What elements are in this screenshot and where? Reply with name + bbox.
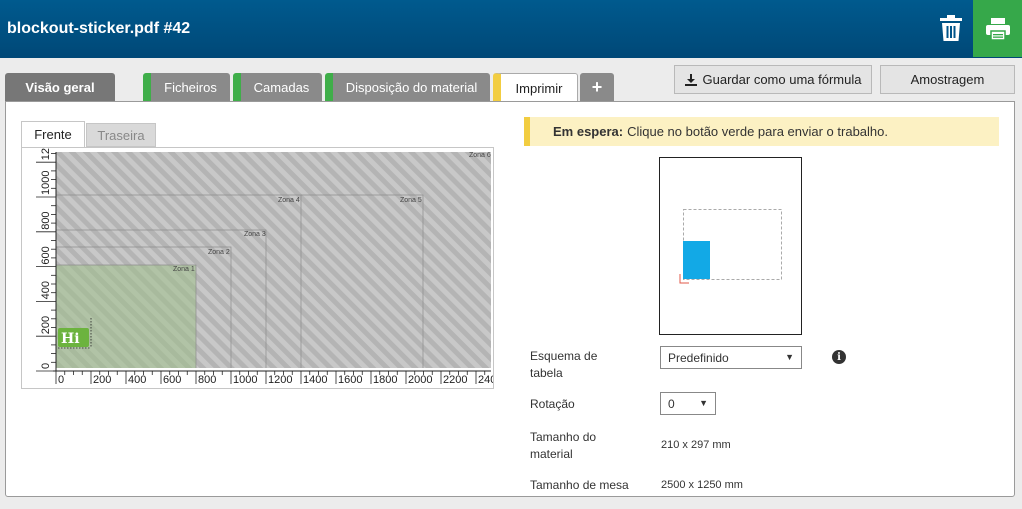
zone-1-area bbox=[56, 265, 196, 368]
x-axis-tick-label: 1800 bbox=[373, 374, 397, 386]
zone-label: Zona 3 bbox=[244, 231, 266, 238]
x-axis-tick-label: 2000 bbox=[408, 374, 432, 386]
x-axis-tick-label: 200 bbox=[93, 374, 111, 386]
status-message: Clique no botão verde para enviar o trab… bbox=[627, 124, 888, 139]
printer-icon bbox=[985, 17, 1010, 40]
chevron-down-icon: ▼ bbox=[699, 398, 708, 408]
sampling-button[interactable]: Amostragem bbox=[880, 65, 1015, 94]
tab-back[interactable]: Traseira bbox=[86, 123, 156, 147]
add-tab-button[interactable]: + bbox=[580, 73, 614, 101]
media-preview bbox=[659, 157, 802, 335]
print-area bbox=[683, 241, 710, 279]
table-layout-canvas[interactable]: Zona 1 Zona 2 Zona 3 Zona 4 Zona 5 Zona … bbox=[21, 136, 496, 389]
y-axis-tick-label: 200 bbox=[40, 316, 52, 334]
table-size-label: Tamanho de mesa bbox=[530, 478, 629, 492]
table-scheme-select[interactable]: Predefinido ▼ bbox=[660, 346, 802, 369]
zone-label: Zona 5 bbox=[400, 197, 422, 204]
y-axis-tick-label: 1000 bbox=[40, 171, 52, 195]
x-axis-tick-label: 240 bbox=[478, 374, 493, 386]
tab-overview[interactable]: Visão geral bbox=[5, 73, 115, 101]
save-as-formula-label: Guardar como uma fórmula bbox=[702, 72, 862, 87]
x-axis-tick-label: 400 bbox=[128, 374, 146, 386]
x-axis-tick-label: 1000 bbox=[233, 374, 257, 386]
tab-front[interactable]: Frente bbox=[21, 121, 85, 147]
y-axis-tick-label: 0 bbox=[40, 363, 52, 369]
status-banner: Em espera: Clique no botão verde para en… bbox=[524, 117, 999, 146]
info-icon[interactable]: i bbox=[832, 350, 846, 364]
tab-layers[interactable]: Camadas bbox=[233, 73, 322, 101]
x-axis-tick-label: 1400 bbox=[303, 374, 327, 386]
chevron-down-icon: ▼ bbox=[785, 352, 794, 362]
y-axis-tick-label: 800 bbox=[40, 211, 52, 229]
zone-label: Zona 6 bbox=[469, 152, 491, 159]
zone-label: Zona 4 bbox=[278, 197, 300, 204]
document-title: blockout-sticker.pdf #42 bbox=[7, 20, 191, 37]
rotation-label: Rotação bbox=[530, 397, 575, 411]
table-scheme-label: Esquema de tabela bbox=[530, 349, 598, 380]
media-preview-svg bbox=[679, 209, 782, 284]
delete-button[interactable] bbox=[934, 10, 968, 46]
tab-print[interactable]: Imprimir bbox=[493, 73, 578, 102]
y-axis-tick-label: 400 bbox=[40, 281, 52, 299]
status-label: Em espera: bbox=[553, 124, 624, 139]
x-axis-tick-label: 0 bbox=[58, 374, 64, 386]
zone-label: Zona 1 bbox=[173, 266, 195, 273]
print-button[interactable] bbox=[973, 0, 1022, 57]
x-axis-tick-label: 1600 bbox=[338, 374, 362, 386]
table-scheme-value: Predefinido bbox=[668, 350, 729, 365]
trash-icon bbox=[940, 15, 962, 41]
sticker-text: Hi bbox=[61, 331, 80, 347]
tab-media-layout[interactable]: Disposição do material bbox=[325, 73, 490, 101]
x-axis-tick-label: 600 bbox=[163, 374, 181, 386]
rotation-value: 0 bbox=[668, 396, 675, 411]
media-size-label: Tamanho do material bbox=[530, 430, 597, 461]
plus-icon: + bbox=[591, 76, 603, 97]
save-as-formula-button[interactable]: Guardar como uma fórmula bbox=[674, 65, 872, 94]
y-axis-tick-label: 1200 bbox=[40, 148, 52, 160]
tab-files[interactable]: Ficheiros bbox=[143, 73, 230, 101]
rotation-select[interactable]: 0 ▼ bbox=[660, 392, 716, 415]
media-size-value: 210 x 297 mm bbox=[661, 439, 731, 451]
zone-label: Zona 2 bbox=[208, 249, 230, 256]
table-size-value: 2500 x 1250 mm bbox=[661, 479, 743, 491]
x-axis-tick-label: 1200 bbox=[268, 374, 292, 386]
x-axis-tick-label: 2200 bbox=[443, 374, 467, 386]
layout-svg: Zona 1 Zona 2 Zona 3 Zona 4 Zona 5 Zona … bbox=[36, 136, 496, 386]
download-icon bbox=[684, 73, 697, 86]
x-axis-tick-label: 800 bbox=[198, 374, 216, 386]
y-axis-tick-label: 600 bbox=[40, 246, 52, 264]
title-bar: blockout-sticker.pdf #42 bbox=[0, 0, 1022, 58]
